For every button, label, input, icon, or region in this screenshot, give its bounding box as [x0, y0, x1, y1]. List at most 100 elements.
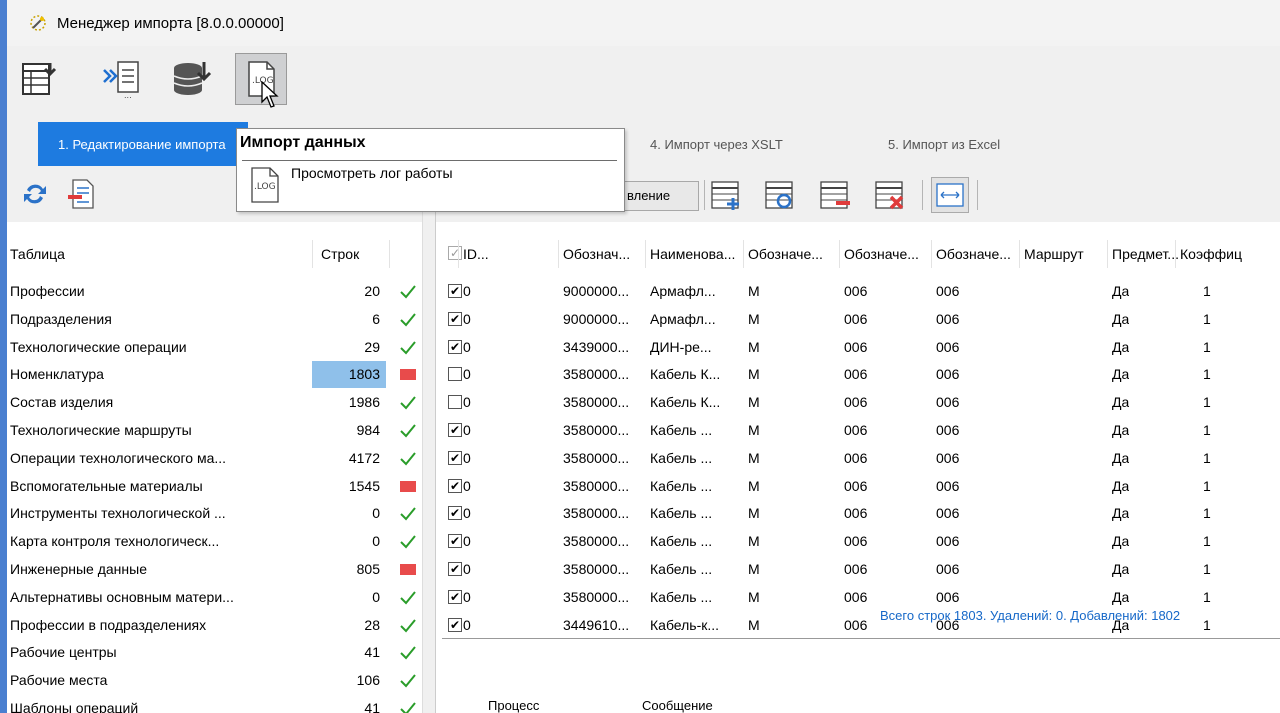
check-icon: [400, 702, 418, 713]
column-header[interactable]: Обозначе...: [844, 246, 932, 262]
table-row[interactable]: ✔ 0 3439000... ДИН-ре... М 006 006 Да 1: [436, 334, 1280, 362]
table-row[interactable]: 0 3580000... Кабель К... М 006 006 Да 1: [436, 389, 1280, 417]
table-row[interactable]: Альтернативы основным матери... 0: [7, 584, 422, 612]
column-header[interactable]: Обознач...: [563, 246, 648, 262]
column-message[interactable]: Сообщение: [642, 698, 713, 713]
tab-edit-import[interactable]: 1. Редактирование импорта: [38, 122, 248, 166]
tab-import-xslt[interactable]: 4. Импорт через XSLT: [650, 122, 783, 166]
database-import-button[interactable]: [165, 53, 217, 105]
tab-strip: 1. Редактирование импорта 4. Импорт чере…: [7, 122, 1280, 166]
row-checkbox[interactable]: ✔: [448, 450, 462, 465]
table-row[interactable]: ✔ 0 3580000... Кабель ... М 006 006 Да 1: [436, 445, 1280, 473]
grid-cell: 006: [844, 477, 868, 494]
refresh-table-button[interactable]: [762, 177, 800, 213]
grid-cell: М: [748, 283, 760, 299]
partial-hidden-button[interactable]: вление: [616, 181, 699, 211]
vertical-splitter[interactable]: [422, 166, 436, 713]
import-table-button[interactable]: [14, 53, 66, 105]
table-row[interactable]: ✔ 0 3580000... Кабель ... М 006 006 Да 1: [436, 473, 1280, 501]
row-count: 984: [356, 421, 380, 438]
table-row[interactable]: Номенклатура 1803: [7, 361, 422, 389]
grid-cell: 006: [844, 283, 868, 299]
check-icon: [400, 618, 418, 633]
row-checkbox[interactable]: ✔: [448, 534, 462, 549]
row-checkbox[interactable]: ✔: [448, 339, 462, 354]
table-row[interactable]: Технологические операции 29: [7, 334, 422, 362]
row-checkbox[interactable]: ✔: [448, 284, 462, 298]
grid-cell: Да: [1112, 283, 1130, 299]
refresh-button[interactable]: [19, 178, 51, 210]
row-checkbox[interactable]: ✔: [448, 422, 462, 437]
table-row[interactable]: Шаблоны операций 41: [7, 695, 422, 713]
grid-cell: 006: [844, 588, 868, 605]
add-row-button[interactable]: [708, 177, 746, 213]
table-delete-icon: [875, 181, 904, 210]
row-checkbox[interactable]: ✔: [448, 589, 462, 604]
grid-cell: Кабель ...: [650, 588, 713, 605]
table-row[interactable]: Рабочие центры 41: [7, 639, 422, 667]
table-row[interactable]: Инструменты технологической ... 0: [7, 500, 422, 528]
column-header[interactable]: ID...: [463, 246, 559, 262]
row-checkbox[interactable]: ✔: [448, 561, 462, 576]
table-row[interactable]: Технологические маршруты 984: [7, 417, 422, 445]
table-row[interactable]: 0 3580000... Кабель К... М 006 006 Да 1: [436, 361, 1280, 389]
grid-cell: 0: [463, 616, 471, 633]
grid-cell: 006: [936, 588, 960, 605]
table-row[interactable]: ✔ 0 9000000... Армафл... М 006 006 Да 1: [436, 278, 1280, 306]
column-header[interactable]: Предмет...: [1112, 246, 1178, 262]
column-header[interactable]: Обозначе...: [748, 246, 840, 262]
table-name: Профессии в подразделениях: [10, 616, 207, 633]
row-count: 805: [356, 560, 380, 577]
grid-cell: М: [748, 560, 760, 577]
column-header[interactable]: Коэффиц: [1180, 246, 1280, 262]
table-row[interactable]: Состав изделия 1986: [7, 389, 422, 417]
grid-cell: М: [748, 310, 760, 327]
grid-cell: М: [748, 533, 760, 550]
row-checkbox[interactable]: ✔: [448, 617, 462, 632]
table-row[interactable]: ✔ 0 9000000... Армафл... М 006 006 Да 1: [436, 306, 1280, 334]
grid-cell: 0: [463, 560, 471, 577]
table-row[interactable]: Операции технологического ма... 4172: [7, 445, 422, 473]
column-header[interactable]: Маршрут: [1024, 246, 1108, 262]
row-checkbox[interactable]: [448, 395, 462, 410]
column-header[interactable]: Наименова...: [650, 246, 744, 262]
tooltip-title: Импорт данных: [240, 134, 366, 151]
column-process[interactable]: Процесс: [488, 698, 539, 713]
table-row[interactable]: Подразделения 6: [7, 306, 422, 334]
column-header[interactable]: Обозначе...: [936, 246, 1020, 262]
table-row[interactable]: Профессии 20: [7, 278, 422, 306]
row-count: 0: [372, 533, 380, 550]
table-row[interactable]: Профессии в подразделениях 28: [7, 612, 422, 640]
tab-import-excel[interactable]: 5. Импорт из Excel: [888, 122, 1000, 166]
table-row[interactable]: Карта контроля технологическ... 0: [7, 528, 422, 556]
row-checkbox[interactable]: ✔: [448, 478, 462, 493]
column-table[interactable]: Таблица: [10, 246, 65, 262]
column-rows[interactable]: Строк: [321, 246, 359, 262]
table-row[interactable]: ✔ 0 3580000... Кабель ... М 006 006 Да 1: [436, 556, 1280, 584]
horizontal-splitter[interactable]: [442, 638, 1280, 646]
delete-table-button[interactable]: [872, 177, 910, 213]
grid-cell: 006: [844, 366, 868, 383]
grid-cell: 006: [936, 449, 960, 466]
remove-row-button[interactable]: [817, 177, 855, 213]
row-checkbox[interactable]: ✔: [448, 506, 462, 521]
table-refresh-icon: [765, 181, 793, 209]
grid-cell: 006: [844, 616, 868, 633]
xml-transform-button[interactable]: ...: [95, 53, 147, 105]
table-row[interactable]: Вспомогательные материалы 1545: [7, 473, 422, 501]
check-icon: [400, 507, 418, 521]
table-row[interactable]: ✔ 0 3580000... Кабель ... М 006 006 Да 1: [436, 528, 1280, 556]
table-row[interactable]: ✔ 0 3580000... Кабель ... М 006 006 Да 1: [436, 417, 1280, 445]
table-row[interactable]: Инженерные данные 805: [7, 556, 422, 584]
row-checkbox[interactable]: ✔: [448, 311, 462, 326]
grid-cell: 1: [1203, 588, 1211, 605]
select-all-checkbox[interactable]: ✓: [448, 246, 462, 260]
grid-cell: 0: [463, 338, 471, 355]
delete-rows-button[interactable]: [65, 178, 97, 210]
fit-columns-button[interactable]: [931, 177, 969, 213]
grid-cell: 3580000...: [563, 394, 630, 411]
table-row[interactable]: Рабочие места 106: [7, 667, 422, 695]
table-row[interactable]: ✔ 0 3580000... Кабель ... М 006 006 Да 1: [436, 500, 1280, 528]
row-checkbox[interactable]: [448, 367, 462, 382]
row-count: 28: [364, 616, 380, 633]
